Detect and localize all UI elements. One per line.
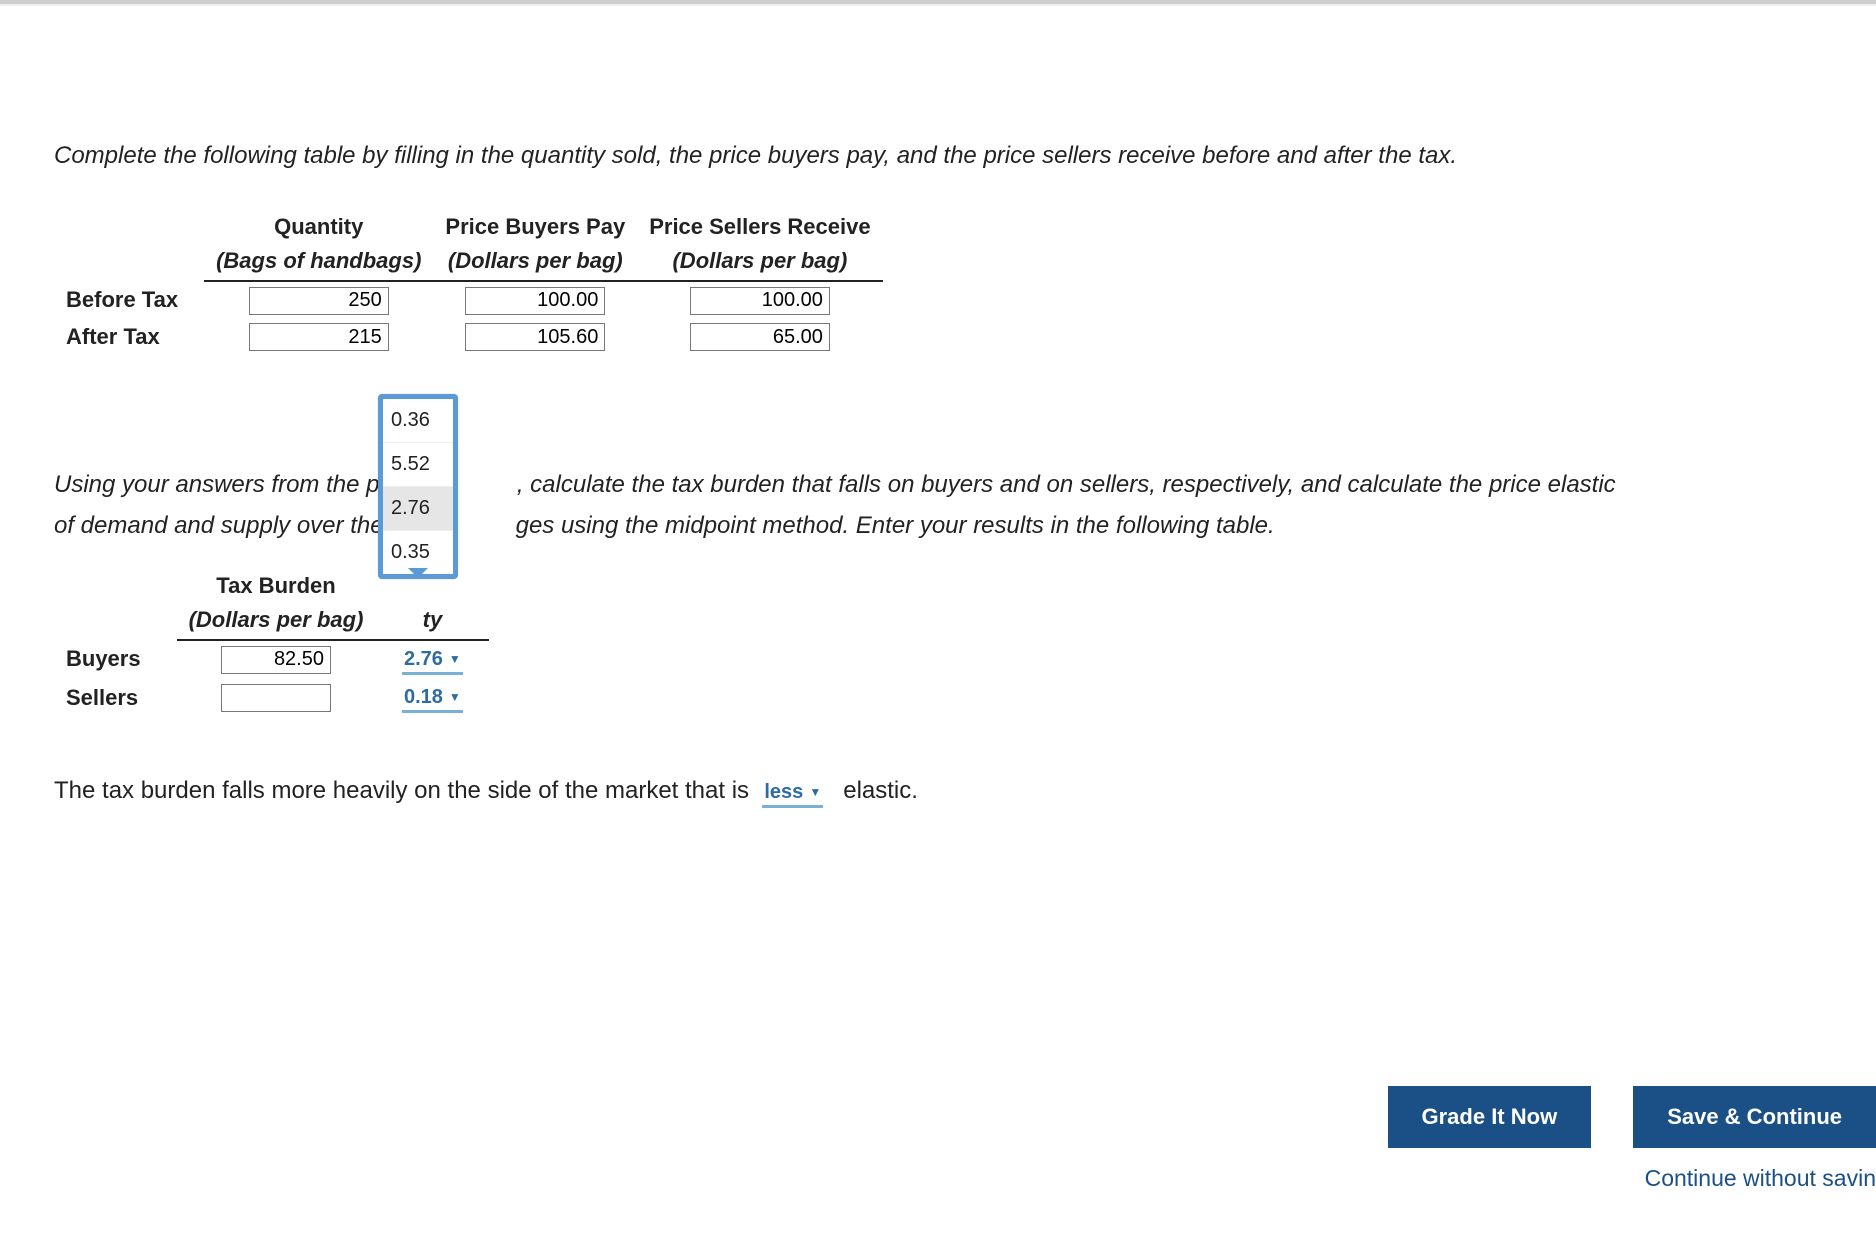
before-quantity-input[interactable]: [249, 287, 389, 315]
dropdown-option[interactable]: 0.35: [383, 531, 453, 574]
table-row: Sellers 0.18 ▼: [54, 679, 489, 717]
after-sellers-input[interactable]: [690, 323, 830, 351]
continue-without-saving-link[interactable]: Continue without savin: [1645, 1165, 1876, 1192]
row-before-label: Before Tax: [54, 281, 204, 319]
instruction-1: Complete the following table by filling …: [54, 142, 1876, 170]
col-burden-sub: (Dollars per bag): [177, 603, 376, 640]
dropdown-option-selected[interactable]: 2.76: [383, 487, 453, 531]
col-quantity-head: Quantity: [204, 210, 433, 244]
table-row: Buyers 2.76 ▼: [54, 640, 489, 679]
col-sellers-head: Price Sellers Receive: [637, 210, 882, 244]
buyers-burden-input[interactable]: [221, 646, 331, 674]
before-buyers-input[interactable]: [465, 287, 605, 315]
col-quantity-sub: (Bags of handbags): [204, 244, 433, 281]
col-sellers-sub: (Dollars per bag): [637, 244, 882, 281]
grade-it-now-button[interactable]: Grade It Now: [1388, 1086, 1592, 1148]
after-buyers-input[interactable]: [465, 323, 605, 351]
button-bar: Grade It Now Save & Continue: [1388, 1086, 1876, 1148]
price-quantity-table: Quantity Price Buyers Pay Price Sellers …: [54, 210, 883, 355]
chevron-down-icon: ▼: [449, 652, 461, 666]
chevron-down-icon: ▼: [809, 785, 821, 799]
after-quantity-input[interactable]: [249, 323, 389, 351]
col-buyers-sub: (Dollars per bag): [433, 244, 637, 281]
market-side-select[interactable]: less ▼: [762, 781, 823, 808]
row-sellers-label: Sellers: [54, 679, 177, 717]
row-buyers-label: Buyers: [54, 640, 177, 679]
instruction-2: Using your answers from the previo , cal…: [54, 465, 1874, 547]
elasticity-dropdown[interactable]: 0.36 5.52 2.76 0.35: [378, 394, 458, 579]
sellers-burden-input[interactable]: [221, 684, 331, 712]
dropdown-option[interactable]: 5.52: [383, 443, 453, 487]
col-buyers-head: Price Buyers Pay: [433, 210, 637, 244]
chevron-down-icon: ▼: [449, 690, 461, 704]
page: Complete the following table by filling …: [0, 0, 1876, 1240]
final-sentence: The tax burden falls more heavily on the…: [54, 777, 1876, 808]
col-burden-head: Tax Burden: [177, 569, 376, 603]
before-sellers-input[interactable]: [690, 287, 830, 315]
save-continue-button[interactable]: Save & Continue: [1633, 1086, 1876, 1148]
burden-elasticity-table: Tax Burden (Dollars per bag) ty Buyers 2…: [54, 569, 489, 717]
col-elasticity-head-fragment: ty: [423, 607, 443, 632]
table-row: Before Tax: [54, 281, 883, 319]
row-after-label: After Tax: [54, 319, 204, 356]
sellers-elasticity-select[interactable]: 0.18 ▼: [402, 686, 463, 713]
table-row: After Tax: [54, 319, 883, 356]
dropdown-option[interactable]: 0.36: [383, 399, 453, 443]
buyers-elasticity-select[interactable]: 2.76 ▼: [402, 648, 463, 675]
